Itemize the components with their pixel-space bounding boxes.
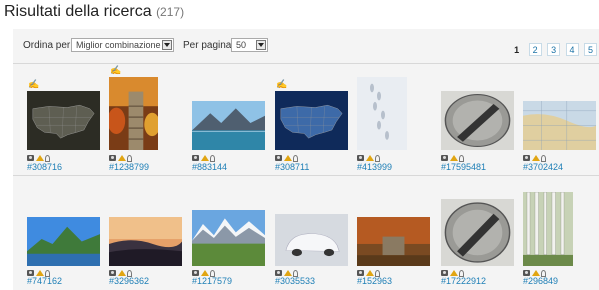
chevron-down-icon[interactable] <box>256 40 266 50</box>
result-thumbnail[interactable] <box>109 217 182 266</box>
featured-badge-icon: ✍ <box>28 79 40 89</box>
perpage-label: Per pagina <box>183 40 232 51</box>
result-thumbnail[interactable] <box>441 199 514 266</box>
camera-icon <box>275 155 282 161</box>
result-id-link[interactable]: #883144 <box>192 162 227 172</box>
key-icon <box>375 155 380 162</box>
result-thumbnail[interactable] <box>523 192 573 266</box>
result-thumbnail[interactable] <box>27 217 100 266</box>
result-thumbnail[interactable] <box>275 91 348 150</box>
result-thumbnail[interactable] <box>275 214 348 266</box>
result-id-link[interactable]: #3035533 <box>275 276 315 286</box>
featured-badge-icon: ✍ <box>276 79 288 89</box>
results-toolbar: Ordina per Miglior combinazione Per pagi… <box>13 29 599 63</box>
result-id-link[interactable]: #1217579 <box>192 276 232 286</box>
camera-icon <box>192 155 199 161</box>
page-link[interactable]: 5 <box>584 43 597 56</box>
crown-icon <box>532 155 540 161</box>
result-thumbnail[interactable] <box>27 91 100 150</box>
row-divider <box>13 175 599 176</box>
results-title: Risultati della ricerca <box>4 3 152 20</box>
crown-icon <box>201 155 209 161</box>
toolbar-divider <box>13 63 599 64</box>
key-icon <box>127 155 132 162</box>
result-thumbnail[interactable] <box>357 77 407 150</box>
key-icon <box>293 155 298 162</box>
result-thumbnail[interactable] <box>192 210 265 266</box>
crown-icon <box>450 155 458 161</box>
result-thumbnail[interactable] <box>357 217 430 266</box>
perpage-select[interactable]: 50 <box>231 38 268 52</box>
crown-icon <box>118 155 126 161</box>
camera-icon <box>27 155 34 161</box>
perpage-value: 50 <box>236 40 247 50</box>
crown-icon <box>366 155 374 161</box>
key-icon <box>45 155 50 162</box>
result-id-link[interactable]: #413999 <box>357 162 392 172</box>
pagination: 1 2 3 4 5 <box>509 40 597 58</box>
result-id-link[interactable]: #747162 <box>27 276 62 286</box>
result-thumbnail[interactable] <box>441 91 514 150</box>
results-count: (217) <box>156 5 185 19</box>
key-icon <box>210 155 215 162</box>
camera-icon <box>441 155 448 161</box>
camera-icon <box>357 155 364 161</box>
result-thumbnail[interactable] <box>192 101 265 150</box>
camera-icon <box>109 155 116 161</box>
key-icon <box>541 155 546 162</box>
crown-icon <box>36 155 44 161</box>
page-current: 1 <box>514 45 520 55</box>
page-title: Risultati della ricerca (217) <box>4 3 184 21</box>
page-link[interactable]: 4 <box>565 43 579 56</box>
camera-icon <box>523 155 530 161</box>
result-id-link[interactable]: #308716 <box>27 162 62 172</box>
result-thumbnail[interactable] <box>109 77 158 150</box>
key-icon <box>459 155 464 162</box>
result-id-link[interactable]: #3296362 <box>109 276 149 286</box>
sort-label: Ordina per <box>23 40 71 51</box>
sort-select[interactable]: Miglior combinazione <box>71 38 174 52</box>
chevron-down-icon[interactable] <box>162 40 172 50</box>
result-id-link[interactable]: #3702424 <box>523 162 563 172</box>
result-id-link[interactable]: #17222912 <box>441 276 486 286</box>
result-id-link[interactable]: #1238799 <box>109 162 149 172</box>
result-id-link[interactable]: #296849 <box>523 276 558 286</box>
page-link[interactable]: 2 <box>528 43 542 56</box>
result-thumbnail[interactable] <box>523 101 596 150</box>
featured-badge-icon: ✍ <box>110 65 122 75</box>
sort-value: Miglior combinazione <box>76 40 161 50</box>
result-id-link[interactable]: #17595481 <box>441 162 486 172</box>
result-id-link[interactable]: #152963 <box>357 276 392 286</box>
page-link[interactable]: 3 <box>547 43 561 56</box>
result-id-link[interactable]: #308711 <box>275 162 309 172</box>
crown-icon <box>284 155 292 161</box>
